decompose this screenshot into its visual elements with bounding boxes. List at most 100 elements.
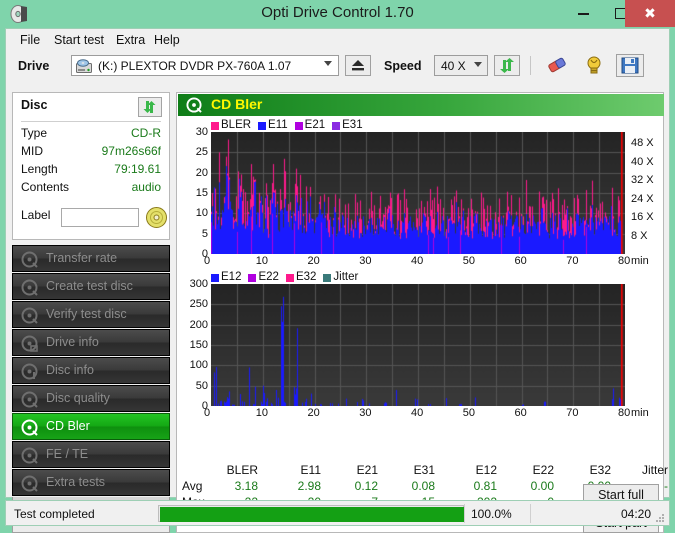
erase-button[interactable] (543, 54, 571, 77)
x-axis-tick: 20 (307, 255, 320, 267)
stats-column-header: Jitter (641, 463, 668, 477)
speed-label: Speed (384, 59, 422, 73)
sidebar-item-disc-quality[interactable]: Disc quality (12, 385, 170, 412)
legend-swatch (323, 273, 332, 282)
stats-column-header: E21 (356, 463, 378, 477)
label-input[interactable] (61, 208, 139, 227)
speed-select[interactable]: 40 X (434, 55, 488, 76)
disc-row-type: Type CD-R (21, 126, 161, 143)
x-axis-tick: 10 (255, 255, 268, 267)
sidebar-item-verify-test-disc[interactable]: Verify test disc (12, 301, 170, 328)
legend-item: E32 (285, 271, 317, 283)
menu-help[interactable]: Help (148, 32, 186, 49)
legend-swatch (332, 121, 341, 130)
disc-key: Length (21, 162, 58, 176)
disc-icon (21, 419, 38, 436)
menu-file[interactable]: File (14, 32, 46, 49)
right-axis-tick: 48 X (631, 137, 654, 150)
disc-row-mid: MID 97m26s66f (21, 144, 161, 161)
menu-bar: File Start test Extra Help (6, 29, 669, 51)
chevron-down-icon (324, 61, 332, 66)
refresh-icon (143, 101, 156, 113)
y-axis-tick: 50 (195, 379, 208, 392)
sidebar-item-create-test-disc[interactable]: Create test disc (12, 273, 170, 300)
refresh-button[interactable] (494, 55, 520, 76)
legend-swatch (211, 273, 219, 282)
disc-key: Type (21, 126, 48, 140)
menu-start-test[interactable]: Start test (48, 32, 110, 49)
menu-extra[interactable]: Extra (110, 32, 151, 49)
cd-bler-top-chart: BLER E11 E21 E31 0 5 10 15 20 25 30 8 X 16 X 24 X 32… (183, 119, 659, 267)
plot-area-top (211, 132, 625, 254)
y-axis-tick: 200 (189, 318, 208, 331)
legend-item: Jitter (323, 271, 359, 283)
speed-value: 40 X (441, 59, 466, 73)
disc-refresh-button[interactable] (138, 97, 162, 117)
y-axis-tick: 20 (195, 166, 208, 179)
sidebar-item-disc-info[interactable]: Disc info (12, 357, 170, 384)
disc-key: MID (21, 144, 43, 158)
disc-burn-icon (21, 279, 38, 296)
disc-check-icon (21, 307, 38, 324)
sidebar-item-fe-te[interactable]: FE / TE (12, 441, 170, 468)
sidebar-item-transfer-rate[interactable]: Transfer rate (12, 245, 170, 272)
sidebar-item-label: FE / TE (46, 447, 89, 461)
sidebar-item-label: Drive info (46, 335, 99, 349)
legend-label: E11 (268, 119, 288, 131)
y-axis-tick: 100 (189, 359, 208, 372)
legend-label: Jitter (333, 271, 359, 283)
x-axis-tick: 10 (255, 407, 268, 419)
stats-column-header: E32 (589, 463, 611, 477)
minimize-button[interactable] (564, 0, 602, 27)
y-axis-tick: 250 (189, 298, 208, 311)
y-axis-bottom: 0 50 100 150 200 250 300 (183, 279, 208, 412)
disc-row-contents: Contents audio (21, 180, 161, 197)
save-button[interactable] (616, 54, 644, 77)
disc-value: 79:19.61 (114, 162, 161, 176)
eraser-icon (548, 57, 566, 73)
legend-item: E22 (248, 271, 279, 283)
disc-icon (21, 447, 38, 464)
disc-value: CD-R (131, 126, 161, 140)
bulb-icon (587, 56, 601, 74)
legend-item: E12 (211, 271, 242, 283)
x-axis-tick: 50 (462, 407, 475, 419)
legend-label: E21 (304, 119, 326, 131)
sidebar-item-label: CD Bler (46, 419, 90, 433)
cd-bler-panel: CD Bler BLER E11 E21 E31 0 5 10 15 20 25 30 8 X 16… (176, 92, 668, 533)
y-axis-tick: 30 (195, 126, 208, 138)
toolbar-divider (530, 56, 531, 75)
x-axis-unit: min (631, 407, 649, 419)
floppy-save-icon (621, 57, 639, 74)
right-axis-tick: 40 X (631, 155, 654, 168)
cd-icon[interactable] (145, 206, 168, 229)
right-axis-tick: 24 X (631, 192, 654, 205)
cd-bler-bottom-chart: E12 E22 E32 Jitter 0 50 100 150 200 250 300 0 10 20… (183, 271, 659, 419)
disc-panel: Disc Type CD-R MID 97m26s66f Length 79:1… (12, 92, 170, 240)
sidebar-item-extra-tests[interactable]: Extra tests (12, 469, 170, 496)
stats-cell: 0.08 (411, 479, 435, 493)
disc-icon (21, 391, 38, 408)
eject-button[interactable] (345, 55, 371, 76)
drive-select[interactable]: (K:) PLEXTOR DVDR PX-760A 1.07 (71, 55, 339, 76)
close-button[interactable]: ✖ (625, 0, 675, 27)
y-axis-tick: 15 (195, 187, 208, 199)
x-axis-tick: 70 (566, 255, 579, 267)
legend-label: E32 (295, 271, 317, 283)
legend-label: E12 (221, 271, 242, 283)
page-title: CD Bler (211, 96, 263, 112)
drive-icon (21, 335, 38, 352)
drive-icon (76, 59, 92, 73)
chart-legend-bottom: E12 E22 E32 Jitter (211, 271, 362, 284)
resize-grip[interactable] (656, 514, 665, 523)
disc-icon (186, 97, 202, 113)
title-bar: Opti Drive Control 1.70 ✖ (0, 0, 675, 28)
elapsed-time: 04:20 (620, 507, 651, 521)
sidebar-item-cd-bler[interactable]: CD Bler (12, 413, 170, 440)
info-button[interactable] (580, 54, 608, 77)
stats-cell: 3.18 (234, 479, 258, 493)
x-axis-tick: 60 (514, 407, 527, 419)
x-axis-tick: 0 (204, 407, 211, 419)
stats-column-header: BLER (226, 463, 258, 477)
sidebar-item-drive-info[interactable]: Drive info (12, 329, 170, 356)
